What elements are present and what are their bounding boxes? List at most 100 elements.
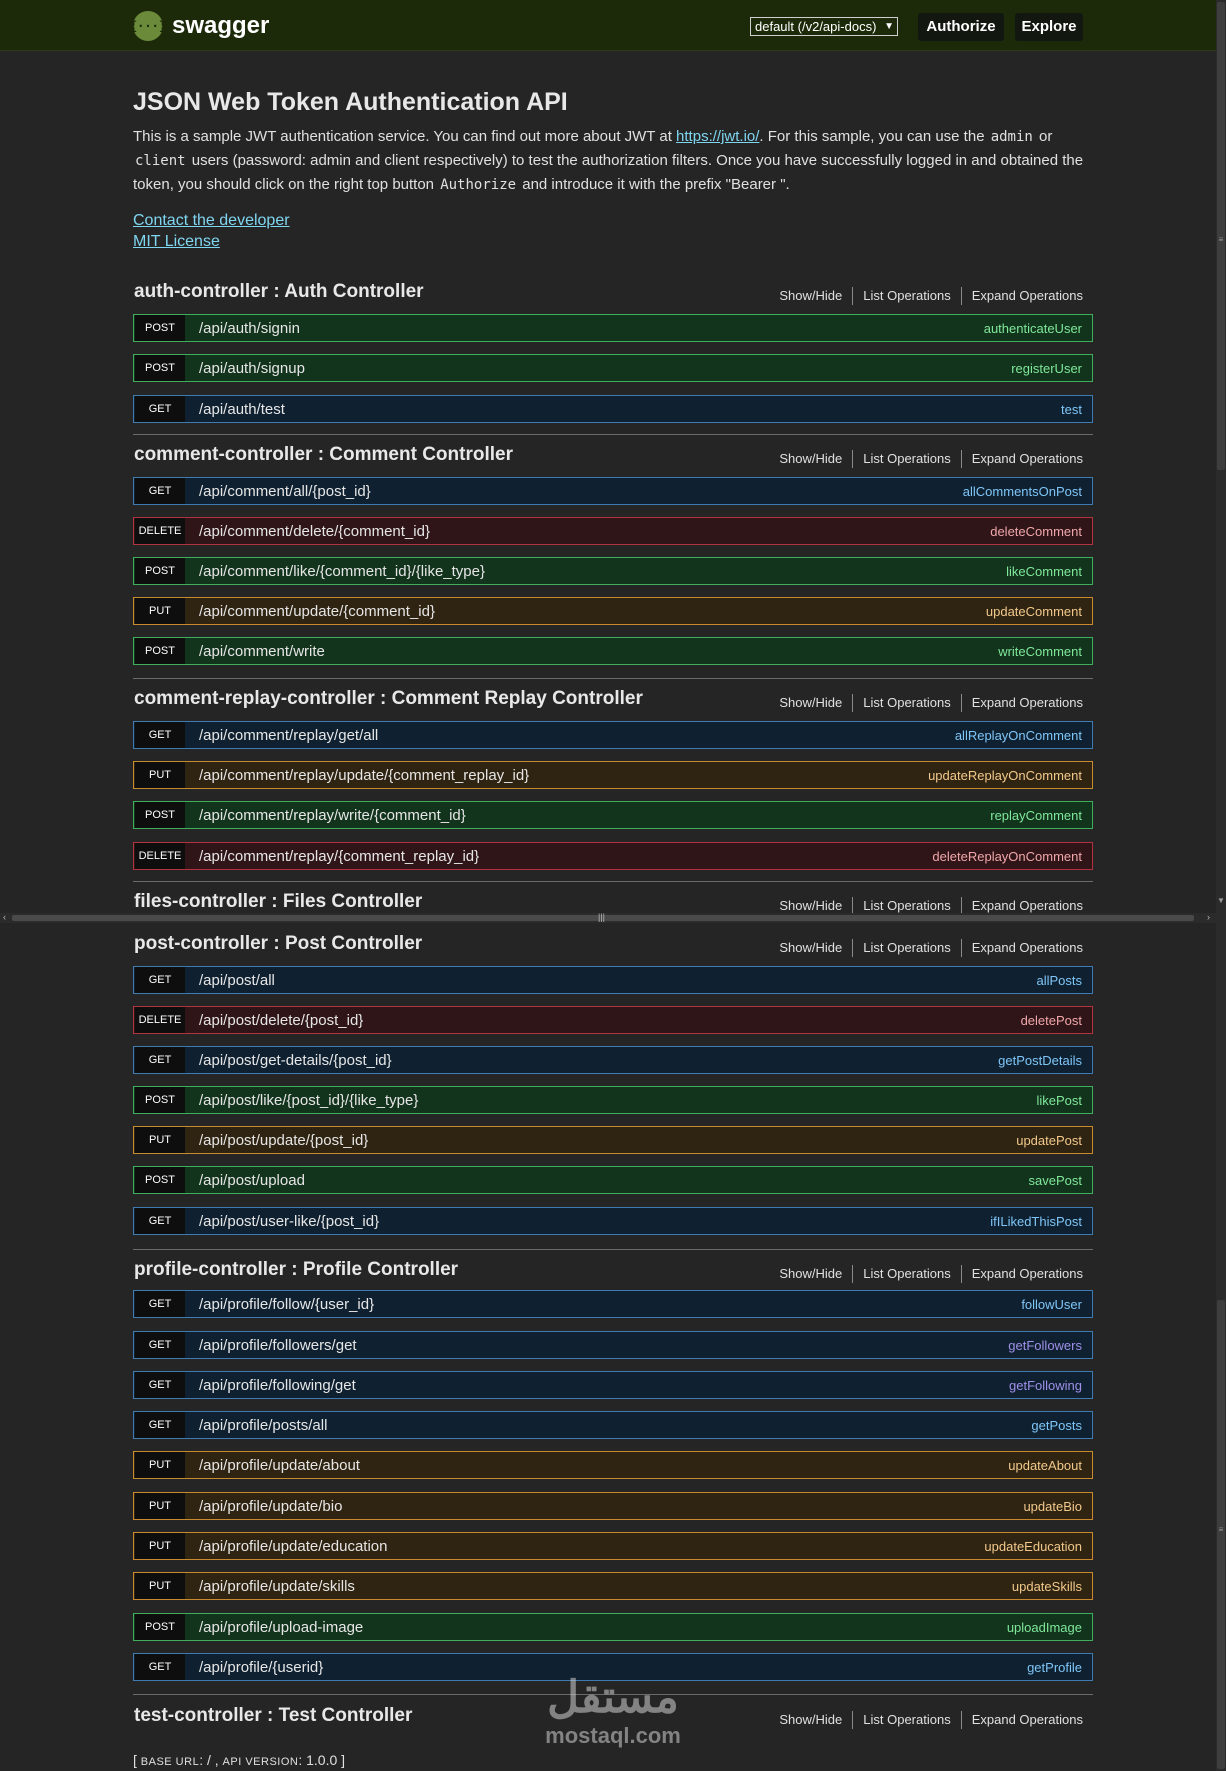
operation-path[interactable]: /api/comment/delete/{comment_id} bbox=[199, 523, 990, 540]
http-method-badge[interactable]: GET bbox=[135, 1208, 185, 1234]
operation-path[interactable]: /api/comment/like/{comment_id}/{like_typ… bbox=[199, 563, 1006, 580]
operation-row[interactable]: POST/api/comment/like/{comment_id}/{like… bbox=[133, 557, 1093, 585]
http-method-badge[interactable]: PUT bbox=[135, 1533, 185, 1559]
operation-path[interactable]: /api/profile/update/education bbox=[199, 1538, 984, 1555]
operation-nickname[interactable]: updateComment bbox=[986, 604, 1082, 619]
expand-operations-link[interactable]: Expand Operations bbox=[962, 1265, 1083, 1283]
http-method-badge[interactable]: PUT bbox=[135, 1573, 185, 1599]
show-hide-link[interactable]: Show/Hide bbox=[769, 939, 854, 957]
operation-path[interactable]: /api/post/all bbox=[199, 972, 1036, 989]
license-link[interactable]: MIT License bbox=[133, 233, 220, 251]
operation-path[interactable]: /api/comment/replay/write/{comment_id} bbox=[199, 807, 990, 824]
scroll-right-arrow-icon[interactable]: › bbox=[1207, 912, 1210, 922]
operation-path[interactable]: /api/post/upload bbox=[199, 1172, 1029, 1189]
http-method-badge[interactable]: POST bbox=[135, 1614, 185, 1640]
http-method-badge[interactable]: PUT bbox=[135, 762, 185, 788]
operation-path[interactable]: /api/post/user-like/{post_id} bbox=[199, 1213, 990, 1230]
operation-nickname[interactable]: authenticateUser bbox=[984, 321, 1082, 336]
http-method-badge[interactable]: POST bbox=[135, 558, 185, 584]
operation-path[interactable]: /api/comment/replay/update/{comment_repl… bbox=[199, 767, 928, 784]
operation-nickname[interactable]: getPosts bbox=[1031, 1418, 1082, 1433]
controller-title[interactable]: post-controller : Post Controller bbox=[134, 933, 422, 955]
operation-path[interactable]: /api/post/update/{post_id} bbox=[199, 1132, 1016, 1149]
swagger-logo[interactable]: {···} swagger bbox=[130, 11, 269, 41]
http-method-badge[interactable]: PUT bbox=[135, 1452, 185, 1478]
operation-nickname[interactable]: deleteReplayOnComment bbox=[932, 849, 1082, 864]
expand-operations-link[interactable]: Expand Operations bbox=[962, 287, 1083, 305]
operation-row[interactable]: PUT/api/profile/update/skills updateSkill… bbox=[133, 1572, 1093, 1600]
operation-nickname[interactable]: updateAbout bbox=[1008, 1458, 1082, 1473]
operation-row[interactable]: PUT/api/post/update/{post_id} updatePost bbox=[133, 1126, 1093, 1154]
operation-path[interactable]: /api/profile/posts/all bbox=[199, 1417, 1031, 1434]
scroll-down-arrow-icon[interactable]: ▼ bbox=[1217, 896, 1225, 905]
operation-row[interactable]: GET/api/post/user-like/{post_id} ifILiked… bbox=[133, 1207, 1093, 1235]
contact-developer-link[interactable]: Contact the developer bbox=[133, 212, 290, 230]
operation-nickname[interactable]: deleteComment bbox=[990, 524, 1082, 539]
http-method-badge[interactable]: GET bbox=[135, 1412, 185, 1438]
operation-path[interactable]: /api/auth/signup bbox=[199, 360, 1011, 377]
operation-nickname[interactable]: deletePost bbox=[1021, 1013, 1082, 1028]
explore-button[interactable]: Explore bbox=[1015, 13, 1083, 41]
list-operations-link[interactable]: List Operations bbox=[853, 1711, 962, 1729]
http-method-badge[interactable]: GET bbox=[135, 967, 185, 993]
http-method-badge[interactable]: DELETE bbox=[135, 1007, 185, 1033]
spec-select[interactable]: default (/v2/api-docs) ▼ bbox=[750, 17, 898, 36]
operation-path[interactable]: /api/comment/replay/get/all bbox=[199, 727, 955, 744]
http-method-badge[interactable]: GET bbox=[135, 1332, 185, 1358]
operation-nickname[interactable]: savePost bbox=[1029, 1173, 1082, 1188]
controller-title[interactable]: files-controller : Files Controller bbox=[134, 891, 422, 913]
operation-nickname[interactable]: uploadImage bbox=[1007, 1620, 1082, 1635]
operation-nickname[interactable]: allReplayOnComment bbox=[955, 728, 1082, 743]
operation-nickname[interactable]: registerUser bbox=[1011, 361, 1082, 376]
show-hide-link[interactable]: Show/Hide bbox=[769, 1711, 854, 1729]
http-method-badge[interactable]: DELETE bbox=[135, 843, 185, 869]
operation-path[interactable]: /api/profile/following/get bbox=[199, 1377, 1009, 1394]
operation-path[interactable]: /api/profile/update/skills bbox=[199, 1578, 1012, 1595]
operation-row[interactable]: POST/api/auth/signup registerUser bbox=[133, 354, 1093, 382]
http-method-badge[interactable]: POST bbox=[135, 315, 185, 341]
list-operations-link[interactable]: List Operations bbox=[853, 939, 962, 957]
http-method-badge[interactable]: GET bbox=[135, 1047, 185, 1073]
operation-nickname[interactable]: getFollowing bbox=[1009, 1378, 1082, 1393]
controller-title[interactable]: profile-controller : Profile Controller bbox=[134, 1259, 458, 1281]
operation-path[interactable]: /api/auth/test bbox=[199, 401, 1061, 418]
operation-row[interactable]: PUT/api/profile/update/education updateEd… bbox=[133, 1532, 1093, 1560]
operation-row[interactable]: GET/api/post/get-details/{post_id} getPos… bbox=[133, 1046, 1093, 1074]
controller-title[interactable]: comment-controller : Comment Controller bbox=[134, 444, 513, 466]
http-method-badge[interactable]: POST bbox=[135, 802, 185, 828]
http-method-badge[interactable]: GET bbox=[135, 1654, 185, 1680]
list-operations-link[interactable]: List Operations bbox=[853, 1265, 962, 1283]
show-hide-link[interactable]: Show/Hide bbox=[769, 694, 854, 712]
operation-path[interactable]: /api/profile/update/about bbox=[199, 1457, 1008, 1474]
operation-row[interactable]: PUT/api/profile/update/bio updateBio bbox=[133, 1492, 1093, 1520]
operation-nickname[interactable]: allPosts bbox=[1036, 973, 1082, 988]
expand-operations-link[interactable]: Expand Operations bbox=[962, 1711, 1083, 1729]
list-operations-link[interactable]: List Operations bbox=[853, 694, 962, 712]
operation-row[interactable]: PUT/api/profile/update/about updateAbout bbox=[133, 1451, 1093, 1479]
operation-path[interactable]: /api/post/get-details/{post_id} bbox=[199, 1052, 998, 1069]
operation-nickname[interactable]: replayComment bbox=[990, 808, 1082, 823]
expand-operations-link[interactable]: Expand Operations bbox=[962, 939, 1083, 957]
operation-nickname[interactable]: likePost bbox=[1036, 1093, 1082, 1108]
operation-row[interactable]: GET/api/profile/followers/get getFollower… bbox=[133, 1331, 1093, 1359]
operation-row[interactable]: DELETE/api/comment/replay/{comment_repla… bbox=[133, 842, 1093, 870]
operation-row[interactable]: GET/api/profile/posts/all getPosts bbox=[133, 1411, 1093, 1439]
operation-path[interactable]: /api/comment/write bbox=[199, 643, 998, 660]
controller-title[interactable]: test-controller : Test Controller bbox=[134, 1705, 412, 1727]
operation-row[interactable]: DELETE/api/post/delete/{post_id} deletePo… bbox=[133, 1006, 1093, 1034]
show-hide-link[interactable]: Show/Hide bbox=[769, 1265, 854, 1283]
operation-row[interactable]: PUT/api/comment/update/{comment_id} updat… bbox=[133, 597, 1093, 625]
operation-path[interactable]: /api/auth/signin bbox=[199, 320, 984, 337]
operation-row[interactable]: GET/api/post/all allPosts bbox=[133, 966, 1093, 994]
http-method-badge[interactable]: GET bbox=[135, 478, 185, 504]
operation-nickname[interactable]: updatePost bbox=[1016, 1133, 1082, 1148]
http-method-badge[interactable]: PUT bbox=[135, 1127, 185, 1153]
list-operations-link[interactable]: List Operations bbox=[853, 287, 962, 305]
jwt-link[interactable]: https://jwt.io/ bbox=[676, 128, 759, 145]
operation-nickname[interactable]: updateBio bbox=[1023, 1499, 1082, 1514]
operation-nickname[interactable]: followUser bbox=[1021, 1297, 1082, 1312]
operation-row[interactable]: POST/api/post/upload savePost bbox=[133, 1166, 1093, 1194]
operation-path[interactable]: /api/comment/replay/{comment_replay_id} bbox=[199, 848, 932, 865]
operation-row[interactable]: DELETE/api/comment/delete/{comment_id} de… bbox=[133, 517, 1093, 545]
expand-operations-link[interactable]: Expand Operations bbox=[962, 694, 1083, 712]
